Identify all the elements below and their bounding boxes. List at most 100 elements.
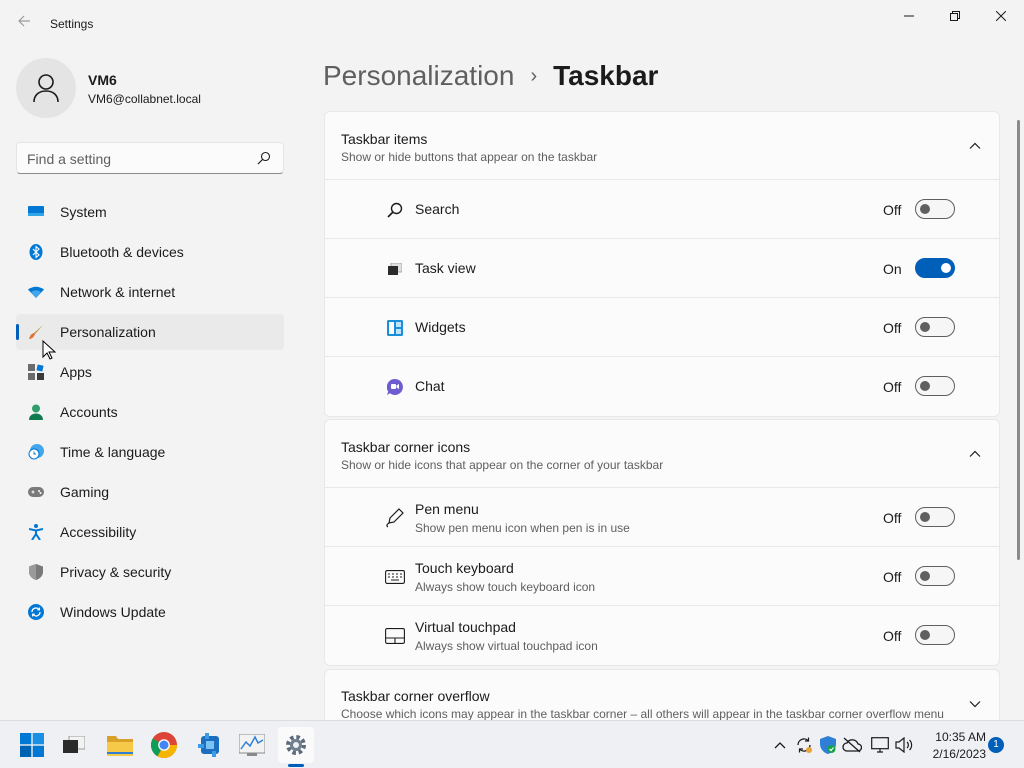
chevron-down-icon[interactable]	[969, 698, 981, 710]
active-app-indicator	[288, 764, 304, 767]
breadcrumb-parent[interactable]: Personalization	[323, 60, 514, 92]
windows-logo-icon	[20, 733, 44, 757]
corner-overflow-section[interactable]: Taskbar corner overflow Choose which ico…	[324, 669, 1000, 720]
setting-row-widgets: Widgets Off	[325, 298, 999, 357]
sync-icon[interactable]	[794, 735, 814, 755]
search-icon[interactable]	[257, 151, 273, 167]
task-view-button[interactable]	[56, 727, 92, 763]
user-name: VM6	[88, 72, 117, 88]
sidebar-item-label: Personalization	[60, 324, 156, 340]
pen-menu-toggle[interactable]	[915, 507, 955, 527]
sidebar-item-label: Windows Update	[60, 604, 166, 620]
toggle-state-label: Off	[883, 379, 902, 395]
chrome-button[interactable]	[146, 727, 182, 763]
sidebar-item-label: Bluetooth & devices	[60, 244, 184, 260]
sidebar-item-time-language[interactable]: Time & language	[16, 434, 284, 470]
sidebar-item-apps[interactable]: Apps	[16, 354, 284, 390]
sidebar-item-gaming[interactable]: Gaming	[16, 474, 284, 510]
setting-label: Touch keyboard	[415, 560, 514, 576]
section-title: Taskbar corner overflow	[341, 688, 490, 704]
toggle-state-label: On	[883, 261, 902, 277]
section-subtitle: Show or hide buttons that appear on the …	[341, 150, 598, 164]
close-button[interactable]	[978, 0, 1024, 32]
task-view-toggle[interactable]	[915, 258, 955, 278]
touch-keyboard-toggle[interactable]	[915, 566, 955, 586]
setting-row-search: Search Off	[325, 180, 999, 239]
security-shield-icon[interactable]	[818, 735, 838, 755]
network-monitor-icon[interactable]	[870, 735, 890, 755]
sidebar-item-label: Accounts	[60, 404, 118, 420]
toggle-state-label: Off	[883, 202, 902, 218]
chat-icon	[385, 377, 405, 397]
sidebar-item-accounts[interactable]: Accounts	[16, 394, 284, 430]
chevron-up-icon[interactable]	[969, 140, 981, 152]
search-toggle[interactable]	[915, 199, 955, 219]
sidebar-item-label: Gaming	[60, 484, 110, 500]
app-button[interactable]	[192, 727, 228, 763]
back-arrow-icon[interactable]	[12, 12, 36, 36]
chevron-up-icon[interactable]	[770, 735, 790, 755]
sidebar-item-windows-update[interactable]: Windows Update	[16, 594, 284, 630]
task-view-icon	[385, 259, 405, 279]
section-title: Taskbar items	[341, 131, 428, 147]
sidebar-item-label: Accessibility	[60, 524, 137, 540]
widgets-toggle[interactable]	[915, 317, 955, 337]
sidebar-item-system[interactable]: System	[16, 194, 284, 230]
search-box[interactable]	[16, 142, 284, 174]
title-bar: Settings	[0, 0, 1024, 48]
sidebar-item-bluetooth[interactable]: Bluetooth & devices	[16, 234, 284, 270]
windows-taskbar: 10:35 AM 2/16/2023 1	[0, 720, 1024, 768]
settings-app-button[interactable]	[278, 727, 314, 763]
taskbar-items-header[interactable]: Taskbar items Show or hide buttons that …	[325, 112, 999, 180]
bluetooth-icon	[28, 244, 44, 260]
file-explorer-button[interactable]	[102, 727, 138, 763]
volume-icon[interactable]	[894, 735, 914, 755]
chat-toggle[interactable]	[915, 376, 955, 396]
sidebar-nav: System Bluetooth & devices Network & int…	[16, 194, 284, 634]
cloud-offline-icon[interactable]	[842, 735, 862, 755]
clock-time[interactable]: 10:35 AM	[916, 730, 986, 744]
gamepad-icon	[28, 484, 44, 500]
scrollbar[interactable]	[1017, 120, 1020, 560]
breadcrumb: Personalization › Taskbar	[323, 58, 658, 94]
setting-description: Always show touch keyboard icon	[415, 580, 596, 594]
toggle-state-label: Off	[883, 510, 902, 526]
user-email: VM6@collabnet.local	[88, 92, 201, 106]
virtual-touchpad-toggle[interactable]	[915, 625, 955, 645]
maximize-button[interactable]	[932, 0, 978, 32]
wifi-icon	[28, 284, 44, 300]
sidebar-item-label: Time & language	[60, 444, 166, 460]
setting-row-chat: Chat Off	[325, 357, 999, 416]
sidebar-item-personalization[interactable]: Personalization	[16, 314, 284, 350]
search-input[interactable]	[27, 150, 247, 168]
setting-row-virtual-touchpad: Virtual touchpad Always show virtual tou…	[325, 606, 999, 665]
setting-description: Always show virtual touchpad icon	[415, 639, 598, 653]
mouse-cursor-icon	[42, 339, 57, 365]
setting-label: Pen menu	[415, 501, 479, 517]
notification-badge[interactable]: 1	[988, 737, 1004, 753]
minimize-button[interactable]	[886, 0, 932, 32]
toggle-state-label: Off	[883, 569, 902, 585]
clock-date[interactable]: 2/16/2023	[916, 747, 986, 761]
section-subtitle: Choose which icons may appear in the tas…	[341, 707, 944, 720]
chevron-up-icon[interactable]	[969, 448, 981, 460]
setting-label: Chat	[415, 378, 445, 394]
section-title: Taskbar corner icons	[341, 439, 471, 455]
shield-icon	[28, 564, 44, 580]
puzzle-app-icon	[198, 733, 219, 757]
person-icon	[28, 404, 44, 420]
search-icon	[385, 200, 405, 220]
sidebar-item-network[interactable]: Network & internet	[16, 274, 284, 310]
sidebar-item-label: Privacy & security	[60, 564, 172, 580]
corner-icons-section: Taskbar corner icons Show or hide icons …	[324, 419, 1000, 666]
avatar[interactable]	[16, 58, 76, 118]
corner-icons-header[interactable]: Taskbar corner icons Show or hide icons …	[325, 420, 999, 488]
start-button[interactable]	[14, 727, 50, 763]
performance-monitor-button[interactable]	[234, 727, 270, 763]
toggle-state-label: Off	[883, 628, 902, 644]
sidebar-item-privacy-security[interactable]: Privacy & security	[16, 554, 284, 590]
apps-icon	[28, 364, 44, 380]
sidebar-item-accessibility[interactable]: Accessibility	[16, 514, 284, 550]
setting-row-touch-keyboard: Touch keyboard Always show touch keyboar…	[325, 547, 999, 606]
app-title: Settings	[50, 17, 94, 31]
